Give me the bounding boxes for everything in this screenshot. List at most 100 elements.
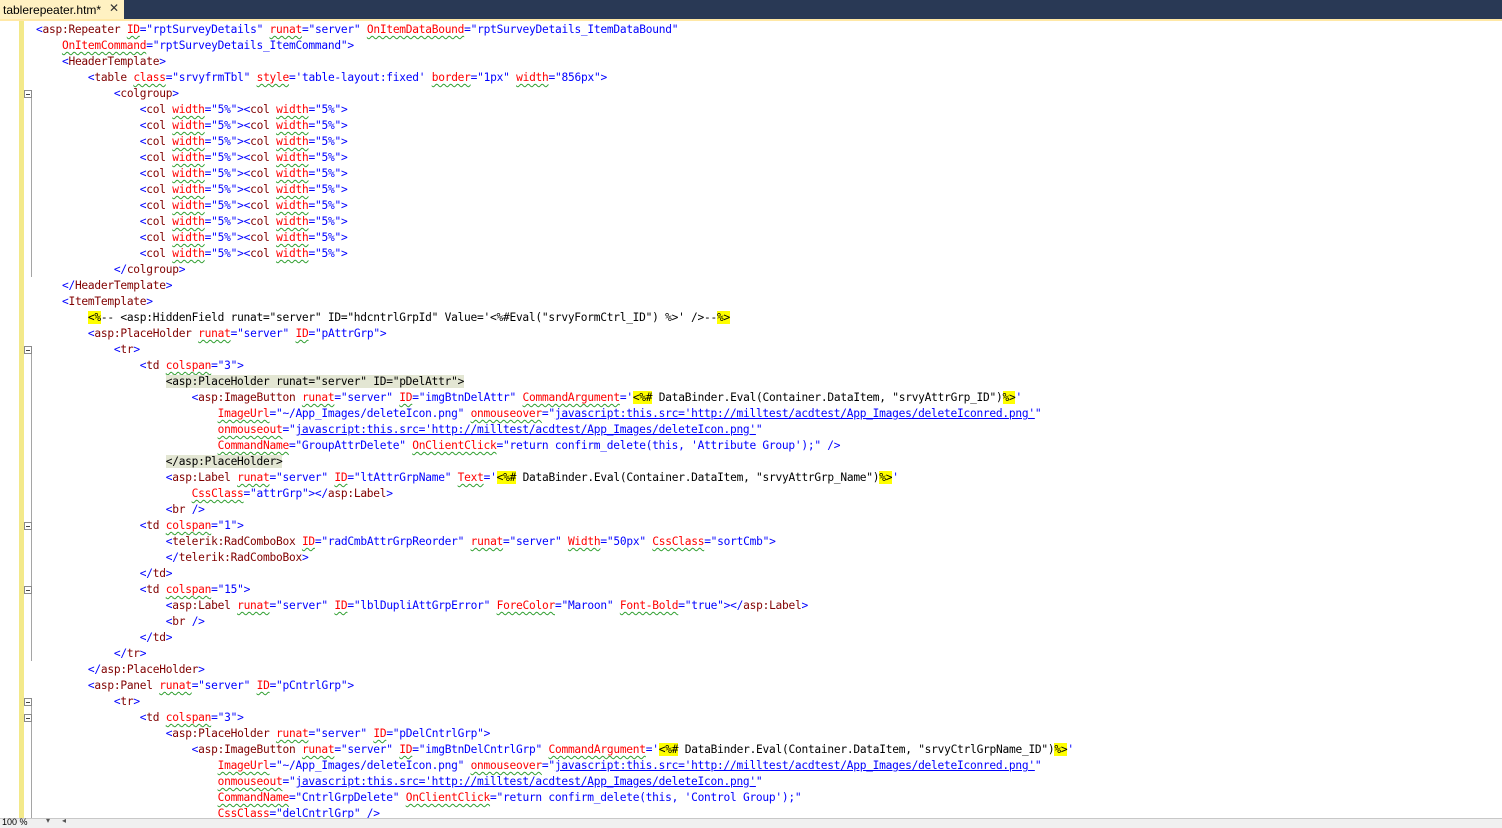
code-token-val: attrGrp: [256, 487, 303, 500]
scroll-left-icon[interactable]: ◂: [62, 816, 66, 825]
code-line[interactable]: <col width="5%"><col width="5%">: [36, 198, 1074, 214]
zoom-level[interactable]: 100 %: [2, 817, 28, 827]
code-line[interactable]: CommandName="CntrlGrpDelete" OnClientCli…: [36, 790, 1074, 806]
code-token-val: server: [282, 599, 322, 612]
code-token-punc: ">: [334, 231, 348, 244]
code-token-tag: col: [250, 103, 277, 116]
code-line[interactable]: <td colspan="1">: [36, 518, 1074, 534]
code-token-punc: ": [282, 327, 296, 340]
code-line[interactable]: <br />: [36, 502, 1074, 518]
code-line[interactable]: <table class="srvyfrmTbl" style='table-l…: [36, 70, 1074, 86]
code-token-punc: >: [133, 695, 140, 708]
code-line[interactable]: onmouseout="javascript:this.src='http://…: [36, 774, 1074, 790]
code-token-punc: >: [386, 487, 393, 500]
code-line[interactable]: </telerik:RadComboBox>: [36, 550, 1074, 566]
code-token-punc: =": [308, 167, 322, 180]
code-token-punc: =": [269, 599, 283, 612]
code-editor[interactable]: <asp:Repeater ID="rptSurveyDetails" runa…: [0, 21, 1502, 818]
code-line[interactable]: <col width="5%"><col width="5%">: [36, 134, 1074, 150]
collapse-icon[interactable]: [24, 698, 32, 706]
close-icon[interactable]: ✕: [109, 1, 119, 15]
code-line[interactable]: <colgroup>: [36, 86, 1074, 102]
code-line[interactable]: <asp:Label runat="server" ID="lblDupliAt…: [36, 598, 1074, 614]
code-token-punc: =": [288, 791, 302, 804]
code-token-tag: col: [250, 247, 277, 260]
code-line[interactable]: OnItemCommand="rptSurveyDetails_ItemComm…: [36, 38, 1074, 54]
code-line[interactable]: CssClass="delCntrlGrp" />: [36, 806, 1074, 818]
code-line[interactable]: <asp:PlaceHolder runat="server" ID="pAtt…: [36, 326, 1074, 342]
code-token-tag: asp:Panel: [94, 679, 160, 692]
code-token-punc: =": [678, 599, 692, 612]
code-token-attr: colspan: [165, 583, 212, 596]
chevron-down-icon[interactable]: ▾: [46, 816, 50, 825]
code-line[interactable]: <asp:PlaceHolder runat="server" ID="pDel…: [36, 726, 1074, 742]
code-token-attr: runat: [198, 327, 231, 340]
code-token-val: server: [347, 391, 387, 404]
code-line[interactable]: </tr>: [36, 646, 1074, 662]
code-line[interactable]: </asp:PlaceHolder>: [36, 662, 1074, 678]
code-line[interactable]: </td>: [36, 630, 1074, 646]
code-line[interactable]: <asp:PlaceHolder runat="server" ID="pDel…: [36, 374, 1074, 390]
code-token-tag: tr: [126, 647, 140, 660]
code-token-punc: =': [289, 71, 302, 84]
code-line[interactable]: </HeaderTemplate>: [36, 278, 1074, 294]
code-token-link: javascript:this.src='http://milltest/acd…: [554, 759, 1035, 772]
code-token-attr: ID: [399, 743, 413, 756]
code-line[interactable]: <%-- <asp:HiddenField runat="server" ID=…: [36, 310, 1074, 326]
code-token-val: pDelCntrlGrp: [399, 727, 478, 740]
code-line[interactable]: <col width="5%"><col width="5%">: [36, 246, 1074, 262]
code-line[interactable]: <td colspan="3">: [36, 358, 1074, 374]
code-line[interactable]: CommandName="GroupAttrDelete" OnClientCl…: [36, 438, 1074, 454]
code-token-punc: ">: [334, 199, 348, 212]
code-line[interactable]: <col width="5%"><col width="5%">: [36, 166, 1074, 182]
code-line[interactable]: <col width="5%"><col width="5%">: [36, 214, 1074, 230]
code-line[interactable]: </td>: [36, 566, 1074, 582]
code-token-punc: ": [639, 535, 653, 548]
code-line[interactable]: <asp:Panel runat="server" ID="pCntrlGrp"…: [36, 678, 1074, 694]
code-line[interactable]: <br />: [36, 614, 1074, 630]
code-line[interactable]: <ItemTemplate>: [36, 294, 1074, 310]
collapse-icon[interactable]: [24, 714, 32, 722]
code-token-punc: ": [535, 743, 549, 756]
code-line[interactable]: <asp:ImageButton runat="server" ID="imgB…: [36, 390, 1074, 406]
code-token-tag: col: [146, 247, 173, 260]
code-line[interactable]: <col width="5%"><col width="5%">: [36, 150, 1074, 166]
code-line[interactable]: <td colspan="15">: [36, 582, 1074, 598]
code-line[interactable]: <tr>: [36, 694, 1074, 710]
collapse-icon[interactable]: [24, 586, 32, 594]
code-line[interactable]: <col width="5%"><col width="5%">: [36, 230, 1074, 246]
collapse-icon[interactable]: [24, 522, 32, 530]
code-token-punc: =": [308, 727, 322, 740]
collapse-icon[interactable]: [24, 346, 32, 354]
code-line[interactable]: CssClass="attrGrp"></asp:Label>: [36, 486, 1074, 502]
code-token-val: 5%: [321, 119, 335, 132]
code-line[interactable]: <td colspan="3">: [36, 710, 1074, 726]
code-token-tag: td: [146, 359, 166, 372]
code-line[interactable]: <col width="5%"><col width="5%">: [36, 182, 1074, 198]
code-token-val: server: [321, 727, 361, 740]
code-line[interactable]: <telerik:RadComboBox ID="radCmbAttrGrpRe…: [36, 534, 1074, 550]
code-token-punc: >: [178, 263, 186, 276]
code-token-punc: =": [204, 103, 218, 116]
code-line[interactable]: onmouseout="javascript:this.src='http://…: [36, 422, 1074, 438]
tab-tablerepeater[interactable]: tablerepeater.htm* ✕: [0, 0, 124, 19]
code-line[interactable]: </asp:PlaceHolder>: [36, 454, 1074, 470]
code-line[interactable]: <tr>: [36, 342, 1074, 358]
collapse-icon[interactable]: [24, 90, 32, 98]
code-line[interactable]: <col width="5%"><col width="5%">: [36, 118, 1074, 134]
code-token-punc: =": [470, 71, 484, 84]
code-lines[interactable]: <asp:Repeater ID="rptSurveyDetails" runa…: [36, 22, 1074, 818]
code-token-punc: =": [146, 39, 160, 52]
code-line[interactable]: <col width="5%"><col width="5%">: [36, 102, 1074, 118]
code-token-attr: colspan: [165, 359, 212, 372]
code-token-val: 15: [224, 583, 238, 596]
code-line[interactable]: ImageUrl="~/App_Images/deleteIcon.png" o…: [36, 406, 1074, 422]
code-line[interactable]: <HeaderTemplate>: [36, 54, 1074, 70]
code-line[interactable]: <asp:Repeater ID="rptSurveyDetails" runa…: [36, 22, 1074, 38]
code-line[interactable]: <asp:Label runat="server" ID="ltAttrGrpN…: [36, 470, 1074, 486]
code-line[interactable]: <asp:ImageButton runat="server" ID="imgB…: [36, 742, 1074, 758]
code-line[interactable]: ImageUrl="~/App_Images/deleteIcon.png" o…: [36, 758, 1074, 774]
code-line[interactable]: </colgroup>: [36, 262, 1074, 278]
